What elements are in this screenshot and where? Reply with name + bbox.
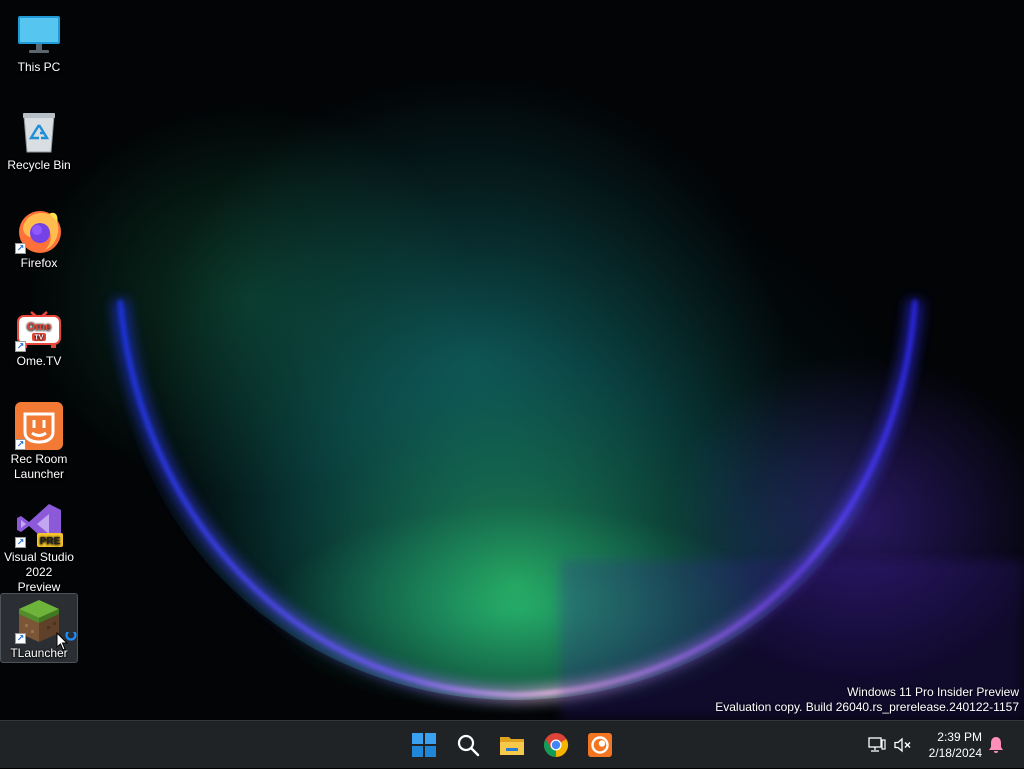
shortcut-arrow-icon: ↗ [15,243,26,254]
desktop-icon-recycle-bin[interactable]: Recycle Bin [1,102,77,176]
desktop-icon-label: Firefox [20,256,58,270]
desktop-background[interactable]: This PC Recycle Bin ↗ Firefox Ome TV ↗ O… [0,0,1024,720]
clock-date: 2/18/2024 [928,746,982,760]
start-button[interactable] [406,727,442,763]
desktop-icon-rec-room[interactable]: ↗ Rec Room Launcher [1,396,77,485]
desktop-icon-ometv[interactable]: Ome TV ↗ Ome.TV [1,298,77,372]
mouse-cursor-busy-icon [56,629,80,659]
network-icon [868,737,886,752]
folder-icon [500,737,524,755]
desktop-icon-visual-studio[interactable]: PRE ↗ Visual Studio 2022 Preview [1,494,77,598]
shortcut-arrow-icon: ↗ [15,439,26,450]
evaluation-watermark: Windows 11 Pro Insider Preview Evaluatio… [715,685,1019,715]
crunchyroll-icon [588,733,612,757]
volume-status[interactable] [892,721,914,769]
clock-time: 2:39 PM [937,730,982,744]
monitor-icon [15,10,63,58]
firefox-icon: ↗ [15,206,63,254]
desktop-icon-label: This PC [17,60,61,74]
search-button[interactable] [450,727,486,763]
taskbar: 2:39 PM 2/18/2024 [0,720,1024,768]
desktop-icon-label: Visual Studio 2022 Preview [4,550,74,594]
network-status[interactable] [866,721,888,769]
ometv-icon: Ome TV ↗ [15,304,63,352]
notification-center-button[interactable] [986,721,1006,769]
windows-start-icon [412,733,436,757]
crunchyroll-button[interactable] [582,727,618,763]
wallpaper-bloom [112,0,1024,720]
recycle-bin-icon [15,108,63,156]
desktop-icon-this-pc[interactable]: This PC [1,4,77,78]
watermark-edition: Windows 11 Pro Insider Preview [847,685,1019,699]
shortcut-arrow-icon: ↗ [15,341,26,352]
shortcut-arrow-icon: ↗ [15,633,26,644]
desktop-icon-label: Ome.TV [16,354,62,368]
speaker-muted-icon [894,737,911,753]
taskbar-clock[interactable]: 2:39 PM 2/18/2024 [929,729,982,761]
file-explorer-button[interactable] [494,727,530,763]
desktop-icon-firefox[interactable]: ↗ Firefox [1,200,77,274]
shortcut-arrow-icon: ↗ [15,537,26,548]
visual-studio-icon: PRE ↗ [15,500,63,548]
notification-bell-icon [989,737,1003,753]
ometv-logo-text: Ome [27,321,51,333]
chrome-icon [543,733,569,757]
watermark-build: Evaluation copy. Build 26040.rs_prerelea… [715,700,1019,714]
pre-badge: PRE [40,536,61,547]
search-icon [457,734,480,757]
desktop-icon-label: Rec Room Launcher [10,452,68,481]
chrome-button[interactable] [538,727,574,763]
ometv-logo-sub: TV [35,335,44,342]
rec-room-icon: ↗ [15,402,63,450]
desktop-icon-label: Recycle Bin [7,158,71,172]
